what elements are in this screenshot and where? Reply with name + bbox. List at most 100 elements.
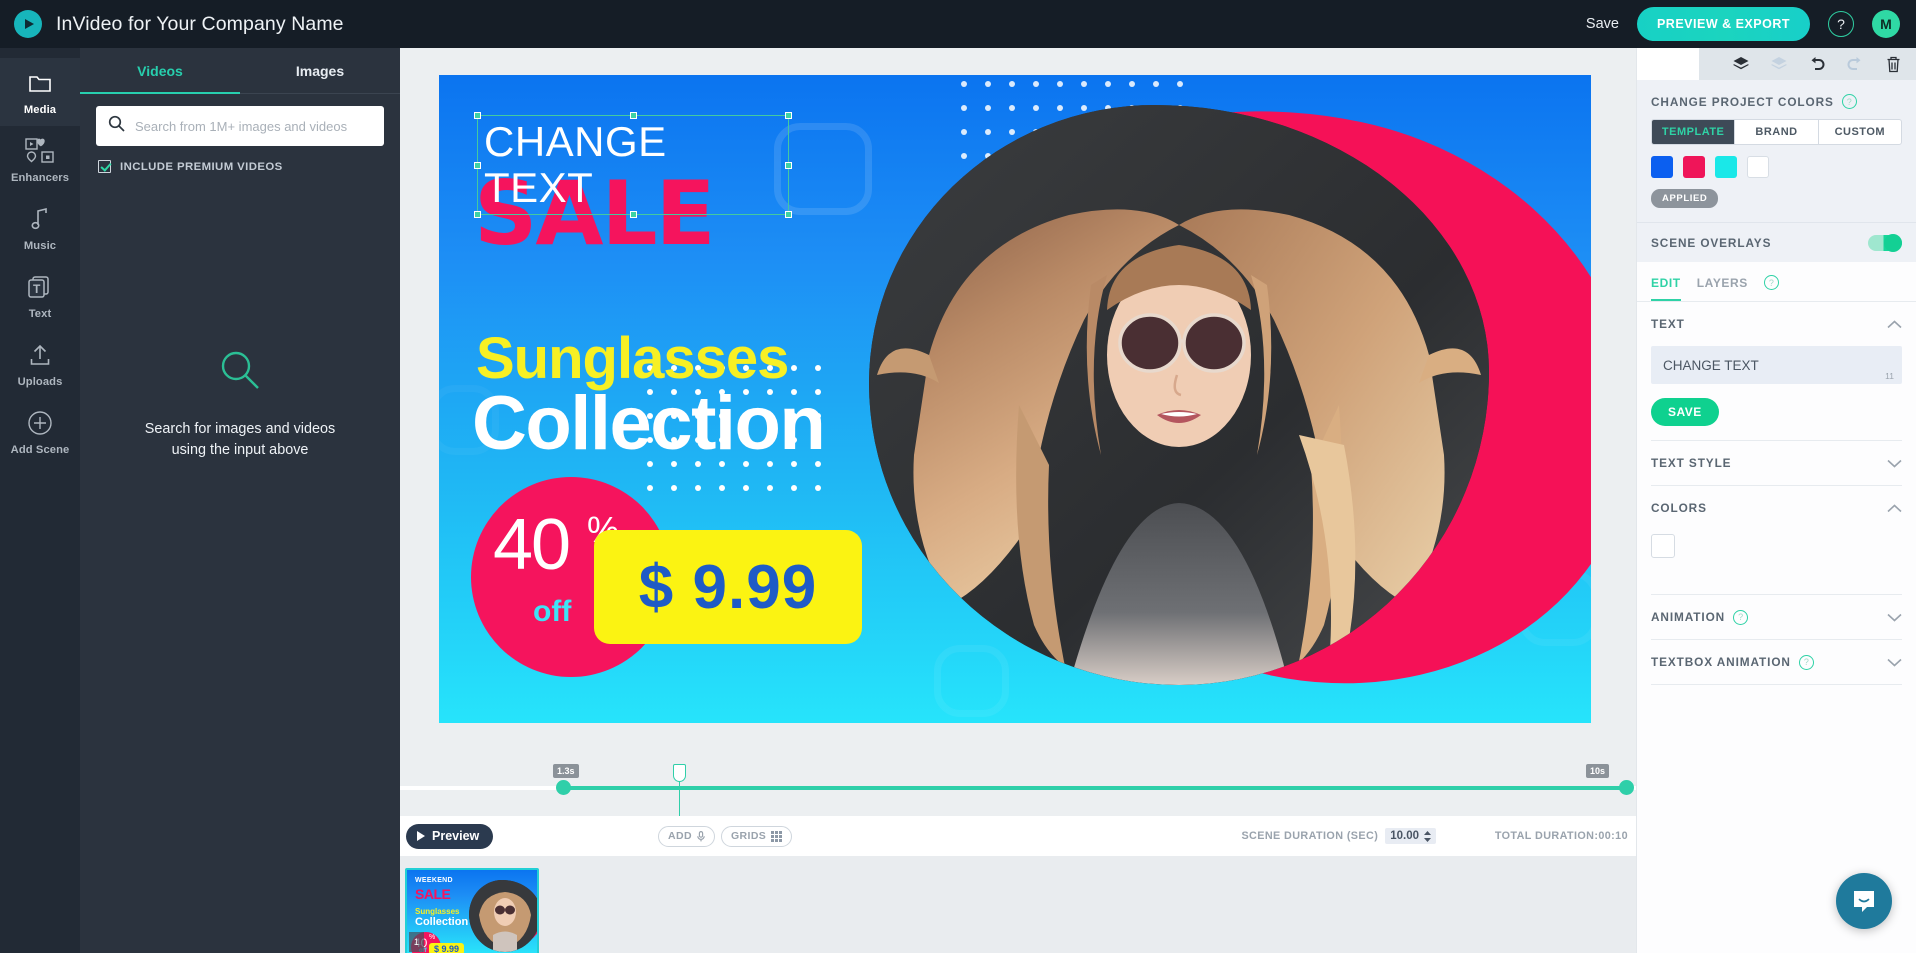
- chevron-down-icon[interactable]: [1887, 655, 1902, 670]
- text-value-input[interactable]: CHANGE TEXT 11: [1651, 346, 1902, 384]
- trash-icon[interactable]: [1874, 48, 1912, 80]
- save-text-button[interactable]: SAVE: [1651, 398, 1719, 426]
- change-project-colors-title: CHANGE PROJECT COLORS: [1651, 94, 1834, 109]
- bring-to-front-icon[interactable]: [1722, 48, 1760, 80]
- resize-handle-bl[interactable]: [474, 211, 481, 218]
- sidebar-item-media[interactable]: Media: [0, 58, 80, 126]
- grids-button[interactable]: GRIDS: [720, 825, 793, 847]
- scene-duration-field[interactable]: 10.00: [1385, 828, 1436, 844]
- tab-layers[interactable]: LAYERS: [1697, 276, 1748, 300]
- sidebar-item-uploads[interactable]: Uploads: [0, 330, 80, 398]
- animation-section-header[interactable]: ANIMATION ?: [1637, 595, 1916, 639]
- search-wrapper: [80, 94, 400, 146]
- tab-images[interactable]: Images: [240, 48, 400, 93]
- discount-off-label: off: [533, 595, 572, 628]
- color-swatch-blue[interactable]: [1651, 156, 1673, 178]
- help-icon[interactable]: ?: [1798, 654, 1814, 670]
- svg-text:T: T: [33, 282, 41, 296]
- price-box[interactable]: $ 9.99: [594, 530, 862, 644]
- help-icon[interactable]: ?: [1733, 609, 1749, 625]
- enhancers-icon: [25, 138, 55, 164]
- decor-dot: [719, 485, 725, 491]
- text-value: CHANGE TEXT: [1663, 357, 1759, 373]
- color-swatch-pink[interactable]: [1683, 156, 1705, 178]
- textbox-animation-title: TEXTBOX ANIMATION: [1651, 655, 1791, 669]
- segment-custom[interactable]: CUSTOM: [1819, 120, 1901, 144]
- canvas-collection-text[interactable]: Collection: [472, 380, 826, 467]
- model-photo[interactable]: [869, 105, 1489, 685]
- decor-dot: [767, 485, 773, 491]
- decor-dot: [815, 485, 821, 491]
- resize-handle-tl[interactable]: [474, 112, 481, 119]
- scene-thumbnail[interactable]: WEEKEND SALE Sunglasses Collection 40 % …: [405, 868, 539, 953]
- tab-edit[interactable]: EDIT: [1651, 276, 1681, 301]
- scene-overlays-toggle[interactable]: [1868, 233, 1902, 252]
- premium-checkbox-label: INCLUDE PREMIUM VIDEOS: [120, 160, 283, 173]
- help-icon[interactable]: ?: [1763, 275, 1779, 290]
- avatar[interactable]: M: [1872, 10, 1900, 38]
- save-link[interactable]: Save: [1586, 16, 1619, 32]
- sidebar-item-text[interactable]: T Text: [0, 262, 80, 330]
- plus-circle-icon: [27, 410, 53, 436]
- sidebar-label-uploads: Uploads: [17, 376, 63, 388]
- change-text-line1: CHANGE: [484, 118, 667, 165]
- text-style-title: TEXT STYLE: [1651, 456, 1732, 470]
- segment-brand[interactable]: BRAND: [1735, 120, 1819, 144]
- stepper-icon[interactable]: [1424, 830, 1431, 842]
- segment-template[interactable]: TEMPLATE: [1652, 120, 1736, 144]
- include-premium-videos-row[interactable]: INCLUDE PREMIUM VIDEOS: [80, 146, 400, 173]
- sidebar-item-add-scene[interactable]: Add Scene: [0, 398, 80, 466]
- chevron-down-icon[interactable]: [1887, 456, 1902, 471]
- premium-checkbox[interactable]: [98, 160, 111, 173]
- scene-duration-label: SCENE DURATION (SEC): [1241, 830, 1379, 842]
- app-logo[interactable]: InVideo for Your Company Name: [14, 10, 344, 38]
- sidebar-label-enhancers: Enhancers: [10, 172, 70, 184]
- timeline-end-handle[interactable]: [1619, 780, 1634, 795]
- search-box[interactable]: [96, 106, 384, 146]
- resize-handle-br[interactable]: [785, 211, 792, 218]
- decor-dot: [1081, 81, 1087, 87]
- scene-photo-image: [469, 880, 537, 952]
- search-input[interactable]: [135, 118, 372, 134]
- decor-dot: [1153, 81, 1159, 87]
- preview-button[interactable]: Preview: [406, 823, 494, 849]
- decor-dot: [1129, 81, 1135, 87]
- textbox-animation-section-header[interactable]: TEXTBOX ANIMATION ?: [1637, 640, 1916, 684]
- preview-export-button[interactable]: PREVIEW & EXPORT: [1636, 7, 1810, 41]
- timeline-playhead[interactable]: [672, 764, 686, 816]
- colors-section-header[interactable]: COLORS: [1637, 486, 1916, 530]
- divider: [1651, 684, 1902, 685]
- sidebar-item-enhancers[interactable]: Enhancers: [0, 126, 80, 194]
- chevron-up-icon[interactable]: [1887, 317, 1902, 332]
- help-icon[interactable]: ?: [1841, 94, 1857, 109]
- top-bar-actions: Save PREVIEW & EXPORT ? M: [1586, 0, 1900, 48]
- color-swatch-white[interactable]: [1747, 156, 1769, 178]
- color-swatch-cyan[interactable]: [1715, 156, 1737, 178]
- help-icon[interactable]: ?: [1828, 11, 1854, 37]
- text-section-header[interactable]: TEXT: [1637, 302, 1916, 346]
- tab-videos[interactable]: Videos: [80, 48, 240, 94]
- chevron-up-icon[interactable]: [1887, 501, 1902, 516]
- add-voiceover-button[interactable]: ADD: [658, 825, 715, 847]
- resize-handle-mr[interactable]: [785, 162, 792, 169]
- applied-badge[interactable]: APPLIED: [1651, 189, 1719, 208]
- chevron-down-icon[interactable]: [1887, 610, 1902, 625]
- canvas-change-text[interactable]: CHANGE TEXT: [484, 119, 784, 211]
- timeline-start-handle[interactable]: [556, 780, 571, 795]
- resize-handle-ml[interactable]: [474, 162, 481, 169]
- send-to-back-icon: [1760, 48, 1798, 80]
- canvas-tools: ADD GRIDS: [658, 825, 793, 847]
- resize-handle-tr[interactable]: [785, 112, 792, 119]
- playhead-handle[interactable]: [672, 764, 686, 782]
- design-canvas[interactable]: SALE Sunglasses Collection 40 % off $ 9.…: [439, 75, 1591, 723]
- decor-dot: [985, 81, 991, 87]
- text-style-section-header[interactable]: TEXT STYLE: [1637, 441, 1916, 485]
- chat-bubble-icon[interactable]: [1836, 873, 1892, 929]
- play-circle-icon: [14, 10, 42, 38]
- left-rail: Media Enhancers Music T Text Uploads Add…: [0, 48, 80, 953]
- resize-handle-bc[interactable]: [630, 211, 637, 218]
- timeline-track[interactable]: [400, 786, 1636, 790]
- undo-icon[interactable]: [1798, 48, 1836, 80]
- text-color-swatch[interactable]: [1651, 534, 1675, 558]
- sidebar-item-music[interactable]: Music: [0, 194, 80, 262]
